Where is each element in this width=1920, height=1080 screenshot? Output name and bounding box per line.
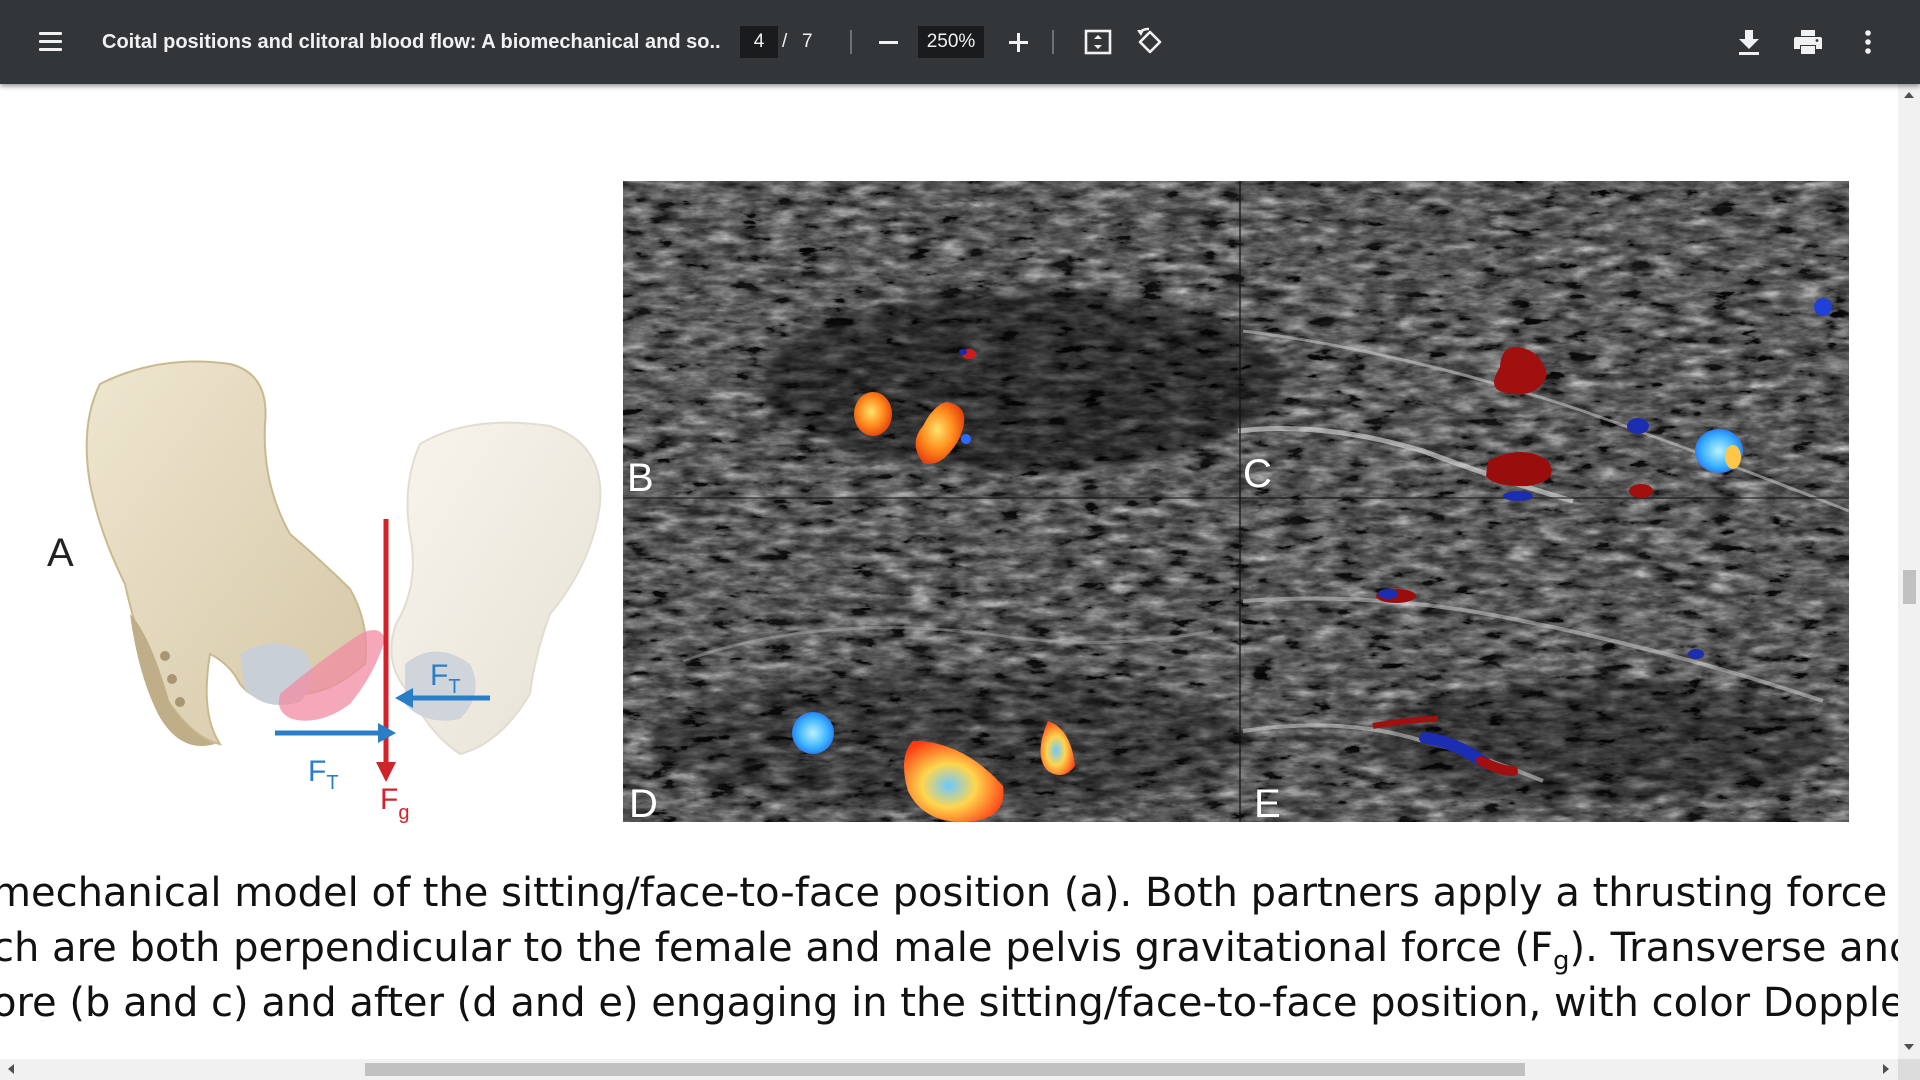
- page-separator: /: [782, 31, 788, 52]
- panel-e-label: E: [1254, 782, 1281, 822]
- panel-a-label: A: [47, 531, 74, 575]
- panel-d-label: D: [629, 782, 658, 822]
- panel-c-label: C: [1243, 452, 1272, 496]
- figure-caption: mechanical model of the sitting/face-to-…: [0, 866, 1898, 1031]
- rotate-icon[interactable]: [1128, 22, 1172, 62]
- caption-line-2: ch are both perpendicular to the female …: [0, 925, 1898, 976]
- doppler-signal: [792, 712, 834, 754]
- pdf-toolbar: Coital positions and clitoral blood flow…: [0, 0, 1920, 84]
- scroll-left-arrow-icon[interactable]: [8, 1064, 14, 1074]
- force-g-arrow-head: [376, 762, 396, 782]
- print-icon[interactable]: [1786, 22, 1830, 62]
- scroll-down-arrow-icon[interactable]: [1904, 1044, 1914, 1050]
- scrollbar-corner: [1898, 1059, 1920, 1080]
- more-vert-icon[interactable]: [1846, 22, 1890, 62]
- caption-line-1: mechanical model of the sitting/face-to-…: [0, 870, 1898, 916]
- menu-icon[interactable]: [28, 22, 72, 62]
- force-t-label-left: FT: [308, 755, 339, 794]
- caption-line-3: ore (b and c) and after (d and e) engagi…: [0, 980, 1898, 1026]
- zoom-out-button[interactable]: [868, 22, 908, 62]
- page-total: 7: [802, 31, 813, 52]
- doppler-signal: [854, 392, 892, 436]
- page-number-input[interactable]: [740, 26, 778, 58]
- doppler-signal: [1503, 491, 1533, 501]
- doppler-signal: [1627, 418, 1649, 434]
- horizontal-scrollbar[interactable]: [0, 1059, 1898, 1080]
- download-icon[interactable]: [1727, 22, 1771, 62]
- toolbar-divider: [1052, 30, 1054, 54]
- doppler-signal: [1629, 484, 1653, 498]
- fit-page-icon[interactable]: [1076, 22, 1120, 62]
- vertical-scrollbar[interactable]: [1898, 84, 1920, 1059]
- document-title: Coital positions and clitoral blood flow…: [102, 31, 722, 53]
- zoom-in-button[interactable]: [998, 22, 1038, 62]
- pdf-page-viewport[interactable]: A FT FT Fg B C D E mechanical model of t…: [0, 84, 1898, 1059]
- force-g-label: Fg: [380, 783, 409, 824]
- zoom-level-input[interactable]: [918, 26, 984, 58]
- doppler-signal: [1688, 649, 1704, 659]
- doppler-signal: [1814, 298, 1832, 316]
- force-t-arrow-right-head: [395, 688, 413, 708]
- panel-b-label: B: [627, 456, 654, 500]
- ultrasound-panels: B C D E: [623, 181, 1849, 822]
- horizontal-scroll-thumb[interactable]: [365, 1063, 1525, 1076]
- figure-panel-a: A FT FT Fg: [47, 360, 602, 824]
- scroll-up-arrow-icon[interactable]: [1904, 92, 1914, 98]
- toolbar-divider: [850, 30, 852, 54]
- vertical-scroll-thumb[interactable]: [1903, 570, 1916, 604]
- scroll-right-arrow-icon[interactable]: [1883, 1064, 1889, 1074]
